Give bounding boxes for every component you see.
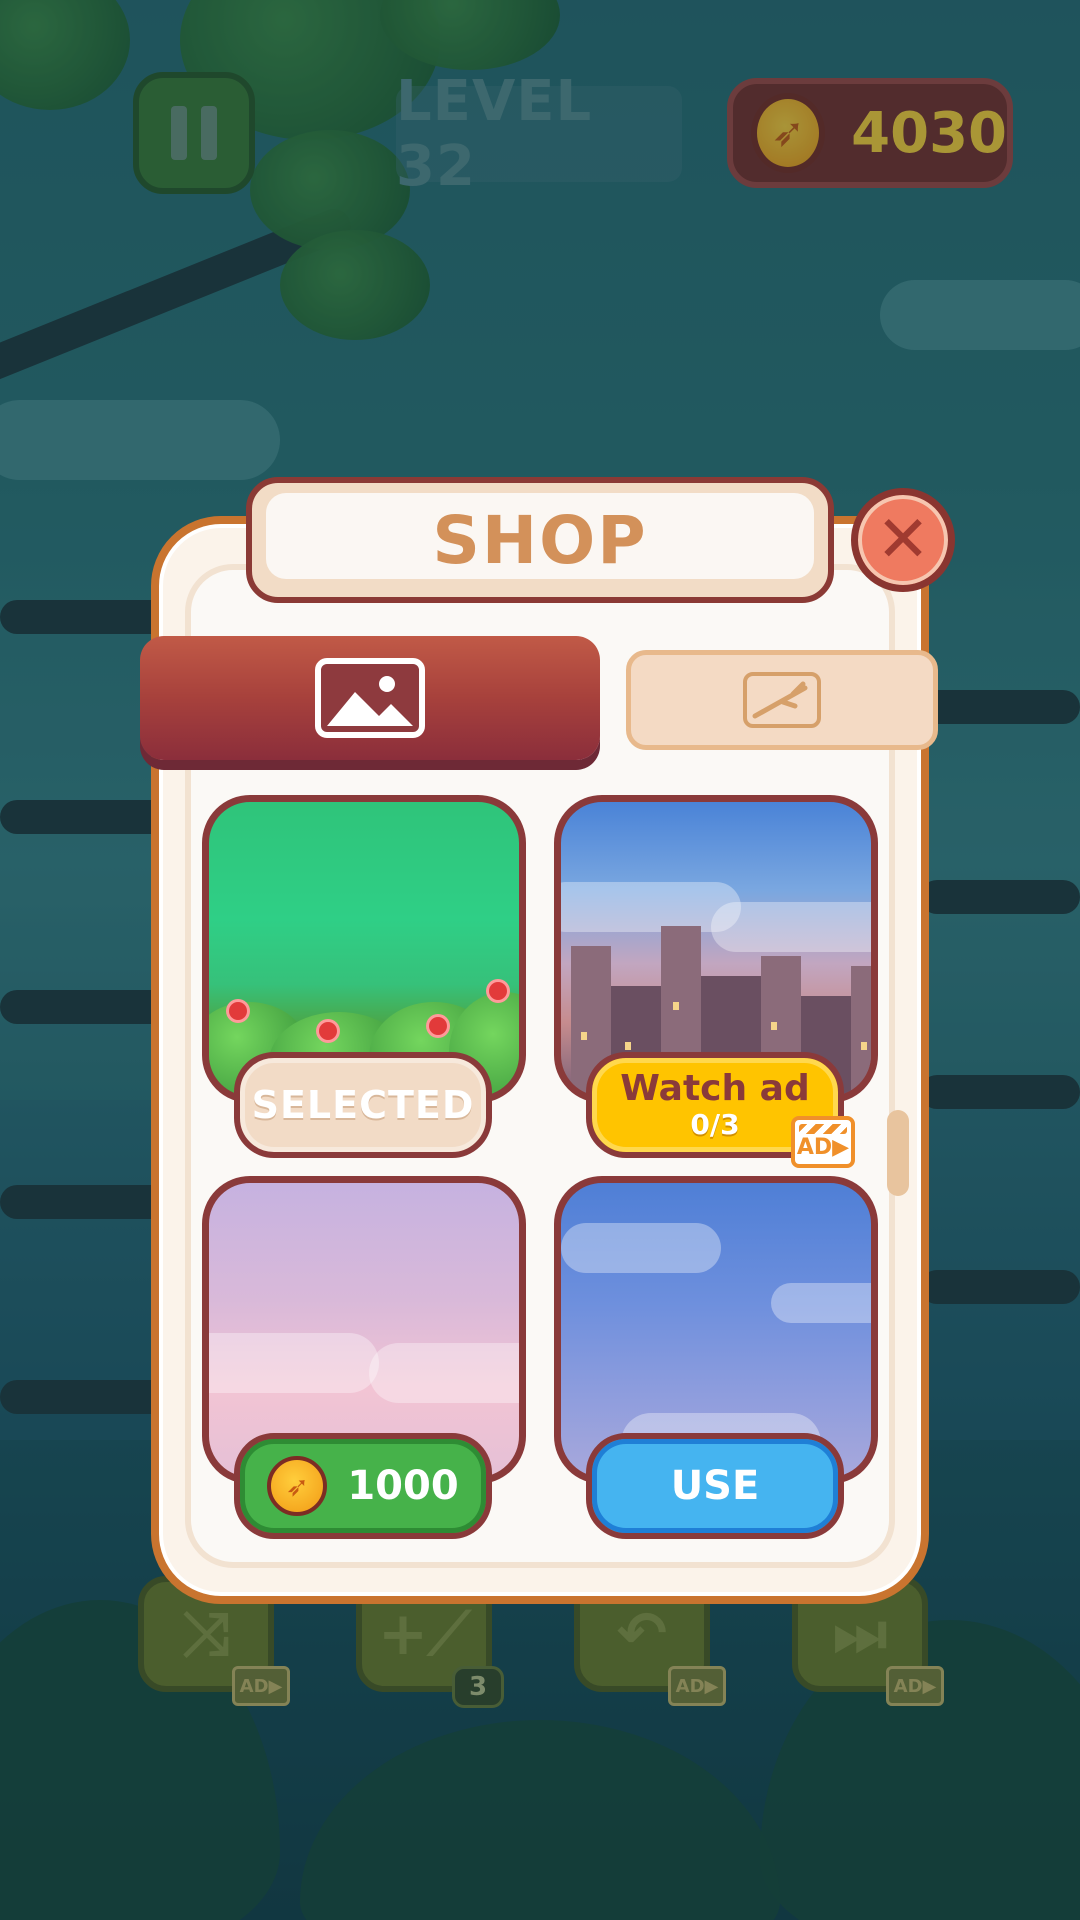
scrollbar[interactable] <box>887 1110 909 1196</box>
tab-backgrounds[interactable] <box>140 636 600 760</box>
watch-ad-label: Watch ad <box>620 1068 810 1109</box>
image-icon <box>315 658 425 738</box>
shop-title-plate: SHOP <box>246 477 834 603</box>
tab-branches[interactable] <box>626 650 938 750</box>
watch-ad-progress: 0/3 <box>690 1108 740 1141</box>
ad-video-icon: AD▶ <box>791 1116 855 1168</box>
close-icon: ✕ <box>876 503 930 577</box>
branch-icon <box>743 672 821 728</box>
use-label: USE <box>670 1463 760 1509</box>
price-label: 1000 <box>347 1463 459 1509</box>
selected-button[interactable]: SELECTED <box>234 1052 492 1158</box>
buy-button[interactable]: ➶ 1000 <box>234 1433 492 1539</box>
selected-label: SELECTED <box>251 1083 475 1127</box>
close-button[interactable]: ✕ <box>851 488 955 592</box>
use-button[interactable]: USE <box>586 1433 844 1539</box>
shop-title: SHOP <box>432 501 648 579</box>
coin-icon: ➶ <box>267 1456 328 1516</box>
